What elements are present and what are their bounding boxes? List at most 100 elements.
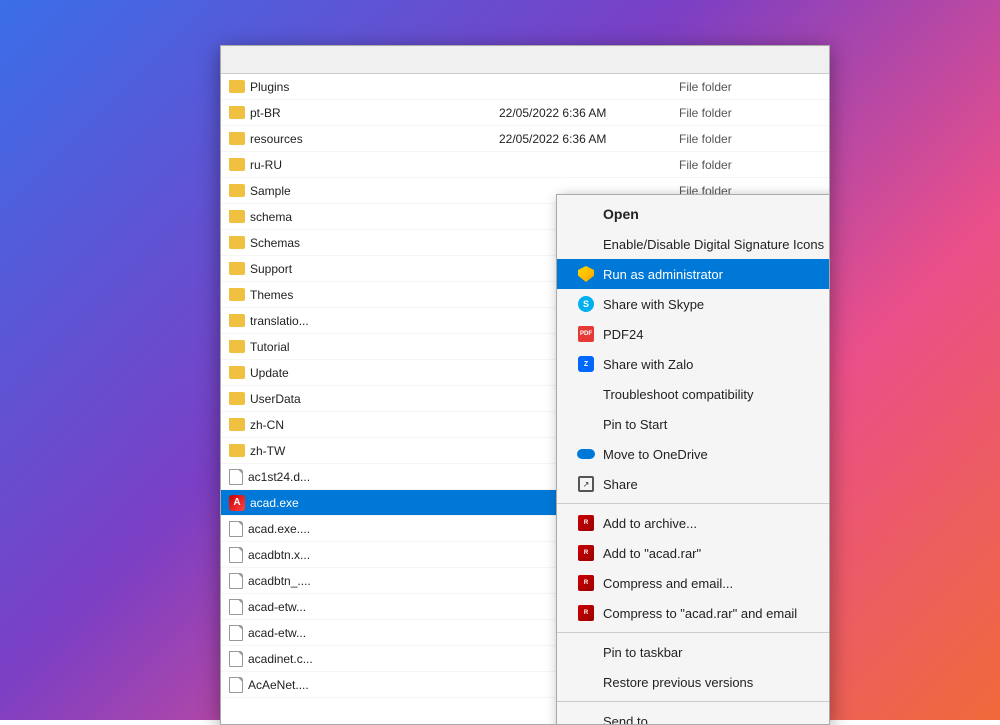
- ctx-icon: PDF: [577, 325, 595, 343]
- file-name: acadbtn.x...: [221, 547, 491, 563]
- context-menu-item-open[interactable]: Open: [557, 199, 830, 229]
- file-name: UserData: [221, 392, 491, 406]
- file-icon: [229, 677, 243, 693]
- file-name: acadinet.c...: [221, 651, 491, 667]
- context-menu-item-digital-sig[interactable]: Enable/Disable Digital Signature Icons: [557, 229, 830, 259]
- table-row[interactable]: pt-BR 22/05/2022 6:36 AM File folder: [221, 100, 829, 126]
- ctx-label: Pin to taskbar: [603, 645, 683, 660]
- ctx-label: Run as administrator: [603, 267, 723, 282]
- context-menu-item-pin-taskbar[interactable]: Pin to taskbar: [557, 637, 830, 667]
- file-date: 22/05/2022 6:36 AM: [491, 132, 671, 146]
- ctx-label: Enable/Disable Digital Signature Icons: [603, 237, 824, 252]
- file-name: schema: [221, 210, 491, 224]
- context-menu-item-move-onedrive[interactable]: Move to OneDrive: [557, 439, 830, 469]
- file-name: acad.exe....: [221, 521, 491, 537]
- context-menu-item-share[interactable]: ↗ Share: [557, 469, 830, 499]
- file-icon: [229, 521, 243, 537]
- folder-icon: [229, 184, 245, 197]
- file-icon: [229, 599, 243, 615]
- shield-icon: [578, 266, 594, 282]
- context-menu-item-pin-start[interactable]: Pin to Start: [557, 409, 830, 439]
- folder-icon: [229, 106, 245, 119]
- file-name: ru-RU: [221, 158, 491, 172]
- rar-icon: R: [578, 515, 594, 531]
- context-menu-item-add-rar[interactable]: RAdd to "acad.rar": [557, 538, 830, 568]
- context-menu-item-compress-email[interactable]: R Compress and email...: [557, 568, 830, 598]
- file-name: Tutorial: [221, 340, 491, 354]
- zalo-icon: Z: [578, 356, 594, 372]
- file-name: Aacad.exe: [221, 495, 491, 511]
- file-name: ac1st24.d...: [221, 469, 491, 485]
- folder-icon: [229, 132, 245, 145]
- ctx-icon: Z: [577, 355, 595, 373]
- folder-icon: [229, 340, 245, 353]
- file-icon: [229, 573, 243, 589]
- ctx-label: Compress and email...: [603, 576, 733, 591]
- ctx-icon: [577, 205, 595, 223]
- rar-icon: R: [578, 545, 594, 561]
- file-name: Update: [221, 366, 491, 380]
- folder-icon: [229, 314, 245, 327]
- rar-icon: R: [578, 575, 594, 591]
- file-name: acad-etw...: [221, 625, 491, 641]
- folder-icon: [229, 262, 245, 275]
- exe-icon: A: [229, 495, 245, 511]
- ctx-icon: [577, 265, 595, 283]
- ctx-icon: R: [577, 514, 595, 532]
- folder-icon: [229, 210, 245, 223]
- ctx-icon: [577, 643, 595, 661]
- ctx-icon: R: [577, 604, 595, 622]
- folder-icon: [229, 418, 245, 431]
- file-name: Plugins: [221, 80, 491, 94]
- ctx-label: Restore previous versions: [603, 675, 753, 690]
- folder-icon: [229, 288, 245, 301]
- context-menu-item-pdf24[interactable]: PDFPDF24: [557, 319, 830, 349]
- file-name: translatio...: [221, 314, 491, 328]
- table-row[interactable]: Plugins File folder: [221, 74, 829, 100]
- context-menu-item-restore-versions[interactable]: Restore previous versions: [557, 667, 830, 697]
- file-type: File folder: [671, 132, 829, 146]
- context-menu-item-send-to[interactable]: Send to›: [557, 706, 830, 725]
- file-icon: [229, 547, 243, 563]
- onedrive-icon: [577, 449, 595, 459]
- file-name: Schemas: [221, 236, 491, 250]
- folder-icon: [229, 236, 245, 249]
- ctx-icon: [577, 235, 595, 253]
- context-menu-divider: [557, 503, 830, 504]
- ctx-label: Share: [603, 477, 638, 492]
- file-name: Support: [221, 262, 491, 276]
- ctx-label: Send to: [603, 714, 648, 725]
- context-menu-item-compress-rar-email[interactable]: RCompress to "acad.rar" and email: [557, 598, 830, 628]
- file-name: Themes: [221, 288, 491, 302]
- pdf-icon: PDF: [578, 326, 594, 342]
- rar-icon: R: [578, 605, 594, 621]
- context-menu-item-add-archive[interactable]: R Add to archive...: [557, 508, 830, 538]
- file-date: 22/05/2022 6:36 AM: [491, 106, 671, 120]
- folder-icon: [229, 80, 245, 93]
- col-type: [671, 50, 829, 69]
- ctx-icon: [577, 712, 595, 725]
- skype-icon: S: [578, 296, 594, 312]
- context-menu-item-share-skype[interactable]: SShare with Skype: [557, 289, 830, 319]
- context-menu-item-run-admin[interactable]: Run as administrator: [557, 259, 830, 289]
- folder-icon: [229, 444, 245, 457]
- ctx-icon: R: [577, 544, 595, 562]
- ctx-label: Add to archive...: [603, 516, 697, 531]
- ctx-icon: [577, 445, 595, 463]
- file-type: File folder: [671, 158, 829, 172]
- context-menu-divider: [557, 701, 830, 702]
- file-icon: [229, 625, 243, 641]
- context-menu-item-troubleshoot[interactable]: Troubleshoot compatibility: [557, 379, 830, 409]
- ctx-label: Move to OneDrive: [603, 447, 708, 462]
- context-menu-item-share-zalo[interactable]: ZShare with Zalo: [557, 349, 830, 379]
- table-row[interactable]: ru-RU File folder: [221, 152, 829, 178]
- ctx-icon: ↗: [577, 475, 595, 493]
- file-name: acad-etw...: [221, 599, 491, 615]
- ctx-icon: [577, 415, 595, 433]
- file-type: File folder: [671, 106, 829, 120]
- table-row[interactable]: resources 22/05/2022 6:36 AM File folder: [221, 126, 829, 152]
- ctx-label: Open: [603, 206, 639, 222]
- ctx-icon: R: [577, 574, 595, 592]
- file-name: zh-TW: [221, 444, 491, 458]
- file-name: Sample: [221, 184, 491, 198]
